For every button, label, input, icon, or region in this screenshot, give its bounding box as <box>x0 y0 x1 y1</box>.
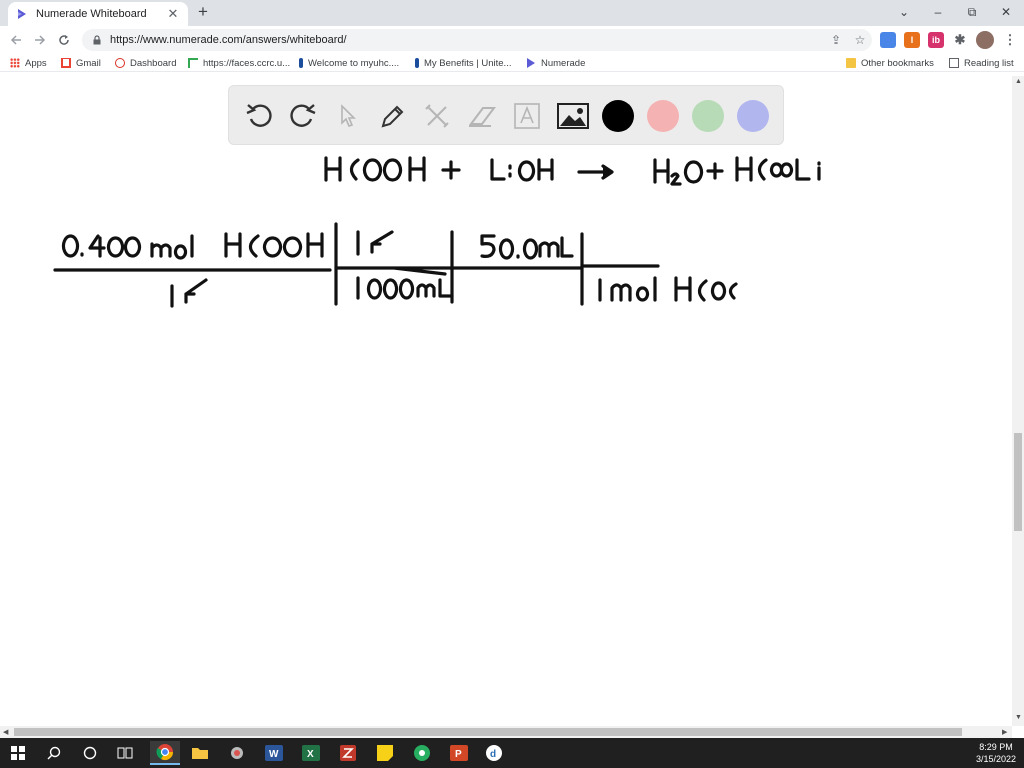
reload-icon[interactable] <box>54 30 74 50</box>
windows-taskbar: W X P d 8:29 PM 3/15/2022 <box>0 738 1024 768</box>
word-icon[interactable]: W <box>262 741 286 765</box>
tab-numerade-whiteboard[interactable]: Numerade Whiteboard ✕ <box>8 2 188 26</box>
lock-icon <box>93 35 101 45</box>
equation-strokes <box>324 156 821 186</box>
top-left-strokes <box>61 232 324 260</box>
orange-extension-icon[interactable]: l <box>904 32 920 48</box>
top-mid-strokes <box>356 230 394 256</box>
numerade-icon <box>527 58 535 68</box>
search-icon[interactable] <box>42 741 66 765</box>
bottom-mid-strokes <box>356 276 454 300</box>
svg-text:P: P <box>455 749 462 760</box>
browser-toolbar: https://www.numerade.com/answers/whitebo… <box>0 26 1024 54</box>
bookmark-star-icon[interactable]: ☆ <box>848 33 872 47</box>
desmos-icon[interactable]: d <box>482 741 506 765</box>
bottom-left-strokes <box>170 278 208 308</box>
fraction-line-mid <box>334 266 452 276</box>
reading-list[interactable]: Reading list <box>949 56 1014 70</box>
share-icon[interactable]: ⇪ <box>824 33 848 47</box>
powerpoint-icon[interactable]: P <box>447 741 471 765</box>
folder-icon <box>846 58 856 68</box>
bookmark-apps[interactable]: Apps <box>10 56 47 70</box>
numerade-favicon-icon <box>18 9 26 19</box>
bookmark-my-benefits[interactable]: My Benefits | Unite... <box>415 56 511 70</box>
bookmark-dashboard[interactable]: Dashboard <box>115 56 176 70</box>
tab-close-icon[interactable]: ✕ <box>166 6 180 22</box>
url-text: https://www.numerade.com/answers/whitebo… <box>110 34 347 46</box>
sticky-notes-icon[interactable] <box>373 741 397 765</box>
red-app-icon[interactable] <box>336 741 360 765</box>
vertical-scrollbar[interactable]: ▲ ▼ <box>1012 76 1024 726</box>
horizontal-scroll-thumb[interactable] <box>14 728 962 736</box>
vertical-scroll-thumb[interactable] <box>1014 433 1022 531</box>
puzzle-extensions-icon[interactable]: ✱ <box>952 32 968 48</box>
scroll-left-arrow-icon[interactable]: ◀ <box>3 728 8 736</box>
gmail-icon <box>61 58 71 68</box>
tab-search-icon[interactable]: ⌄ <box>887 0 921 24</box>
docs-extension-icon[interactable] <box>880 32 896 48</box>
window-close-button[interactable]: ✕ <box>989 0 1023 24</box>
scroll-right-arrow-icon[interactable]: ▶ <box>1002 728 1007 736</box>
address-bar[interactable]: https://www.numerade.com/answers/whitebo… <box>82 29 872 51</box>
bottom-right-strokes <box>598 276 738 302</box>
bookmark-faces[interactable]: https://faces.ccrc.u... <box>188 56 290 70</box>
whiteboard-canvas[interactable] <box>0 76 1012 726</box>
green-app-icon[interactable] <box>410 741 434 765</box>
task-view-icon[interactable] <box>113 741 137 765</box>
minimize-button[interactable]: – <box>921 0 955 24</box>
svg-text:X: X <box>307 749 314 760</box>
clock-time: 8:29 PM <box>979 742 1013 752</box>
tab-title: Numerade Whiteboard <box>36 8 147 20</box>
tab-strip: Numerade Whiteboard ✕ + ⌄ – ⧉ ✕ <box>0 0 1024 26</box>
windows-start-icon[interactable] <box>6 741 30 765</box>
svg-text:d: d <box>490 749 496 760</box>
back-arrow-icon[interactable] <box>6 30 26 50</box>
menu-kebab-icon[interactable]: ⋮ <box>1002 32 1018 48</box>
clock-date: 3/15/2022 <box>975 754 1016 764</box>
uhc-icon <box>415 58 419 68</box>
cortana-icon[interactable] <box>78 741 102 765</box>
profile-avatar[interactable] <box>976 31 994 49</box>
reading-list-icon <box>949 58 959 68</box>
bookmark-welcome-myuhc[interactable]: Welcome to myuhc.... <box>299 56 399 70</box>
bookmark-other[interactable]: Other bookmarks <box>846 56 934 70</box>
apps-grid-icon <box>10 58 20 68</box>
bookmark-gmail[interactable]: Gmail <box>61 56 101 70</box>
top-right-strokes <box>480 234 574 260</box>
file-explorer-icon[interactable] <box>188 741 212 765</box>
ib-extension-icon[interactable]: ib <box>928 32 944 48</box>
bookmarks-bar: Apps Gmail Dashboard https://faces.ccrc.… <box>0 54 1024 72</box>
dashboard-icon <box>115 58 125 68</box>
scroll-down-arrow-icon[interactable]: ▼ <box>1015 714 1022 721</box>
chrome-taskbar-icon[interactable] <box>150 741 180 765</box>
handwriting-layer <box>53 156 821 308</box>
maximize-button[interactable]: ⧉ <box>955 0 989 24</box>
horizontal-scrollbar[interactable]: ◀ ▶ <box>0 726 1012 738</box>
snipping-tool-icon[interactable] <box>225 741 249 765</box>
system-clock[interactable]: 8:29 PM 3/15/2022 <box>976 741 1016 765</box>
bookmark-numerade[interactable]: Numerade <box>526 56 585 70</box>
faces-icon <box>188 58 198 68</box>
uhc-icon <box>299 58 303 68</box>
forward-arrow-icon[interactable] <box>30 30 50 50</box>
scroll-up-arrow-icon[interactable]: ▲ <box>1015 78 1022 85</box>
new-tab-button[interactable]: + <box>194 3 212 21</box>
svg-text:W: W <box>269 749 279 760</box>
excel-icon[interactable]: X <box>299 741 323 765</box>
